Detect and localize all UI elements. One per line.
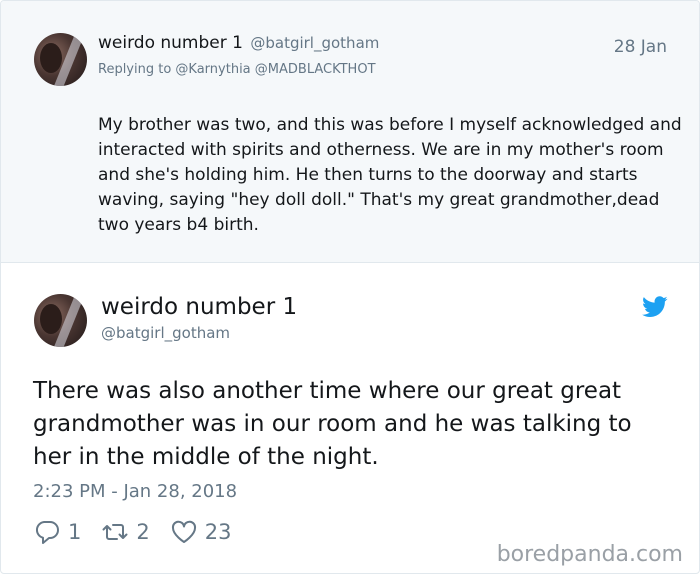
like-button[interactable]: 23 — [170, 518, 232, 546]
like-count: 23 — [204, 520, 232, 544]
display-name[interactable]: weirdo number 1 — [98, 33, 243, 53]
watermark: boredpanda.com — [496, 542, 683, 567]
reply-button[interactable]: 1 — [33, 518, 81, 546]
replying-to[interactable]: Replying to @Karnythia @MADBLACKTHOT — [98, 62, 376, 77]
avatar[interactable] — [34, 294, 87, 347]
reply-text: My brother was two, and this was before … — [98, 115, 682, 235]
retweet-count: 2 — [136, 520, 150, 544]
twitter-bird-icon[interactable] — [642, 296, 668, 318]
reply-bubble-icon — [35, 521, 59, 544]
retweet-button[interactable]: 2 — [101, 518, 150, 546]
tweet-embed-card: weirdo number 1 @batgirl_gotham 28 Jan R… — [0, 0, 700, 574]
tweet-text: There was also another time where our gr… — [33, 378, 632, 470]
heart-icon — [171, 520, 196, 543]
handle[interactable]: @batgirl_gotham — [250, 34, 379, 52]
action-bar: 1 2 23 — [33, 516, 251, 548]
handle[interactable]: @batgirl_gotham — [101, 324, 230, 342]
retweet-icon — [102, 524, 128, 540]
timestamp[interactable]: 2:23 PM - Jan 28, 2018 — [33, 481, 237, 502]
display-name[interactable]: weirdo number 1 — [101, 294, 297, 320]
reply-count: 1 — [68, 520, 82, 544]
reply-date[interactable]: 28 Jan — [614, 37, 667, 57]
reply-author[interactable]: weirdo number 1 @batgirl_gotham — [98, 33, 379, 53]
avatar[interactable] — [34, 33, 87, 86]
parent-tweet: weirdo number 1 @batgirl_gotham 28 Jan R… — [1, 1, 699, 263]
